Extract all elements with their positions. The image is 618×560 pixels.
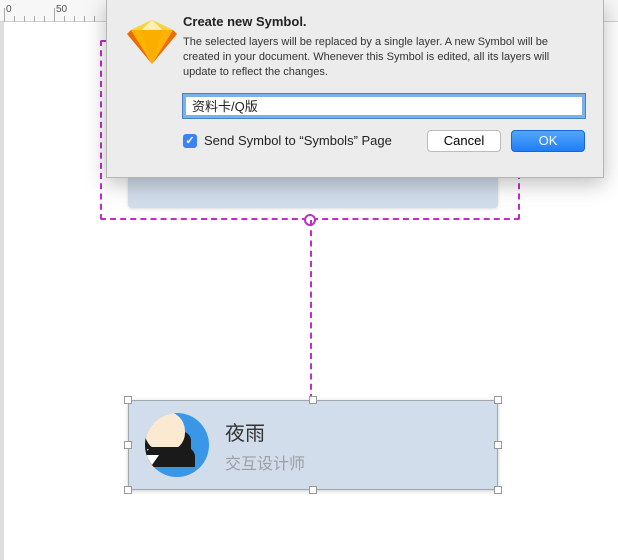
profile-card[interactable]: 夜雨 交互设计师: [128, 400, 498, 490]
resize-handle[interactable]: [309, 486, 317, 494]
resize-handle[interactable]: [124, 486, 132, 494]
dialog-title: Create new Symbol.: [183, 14, 585, 29]
ruler-tick: 50: [56, 4, 67, 15]
cancel-button[interactable]: Cancel: [427, 130, 501, 152]
dialog-description: The selected layers will be replaced by …: [183, 35, 585, 80]
send-to-symbols-checkbox[interactable]: ✓ Send Symbol to “Symbols” Page: [183, 133, 392, 148]
resize-handle[interactable]: [494, 486, 502, 494]
resize-handle[interactable]: [494, 396, 502, 404]
avatar: [145, 413, 209, 477]
resize-handle[interactable]: [309, 396, 317, 404]
ruler-mark: [4, 8, 5, 22]
card-selection-wrap[interactable]: 夜雨 交互设计师: [128, 400, 498, 490]
resize-handle[interactable]: [124, 441, 132, 449]
card-role: 交互设计师: [225, 450, 305, 474]
checkbox-icon: ✓: [183, 134, 197, 148]
canvas: 0 50 夜雨: [0, 0, 618, 560]
ruler-mark: [54, 8, 55, 22]
app-icon: [121, 14, 183, 163]
resize-handle[interactable]: [124, 396, 132, 404]
resize-handle[interactable]: [494, 441, 502, 449]
ruler-tick: 0: [6, 4, 12, 15]
card-name: 夜雨: [225, 417, 305, 446]
symbol-name-input[interactable]: [183, 94, 585, 118]
create-symbol-dialog: Create new Symbol. The selected layers w…: [106, 0, 604, 178]
connector-line: [310, 220, 312, 400]
checkbox-label: Send Symbol to “Symbols” Page: [204, 133, 392, 148]
ok-button[interactable]: OK: [511, 130, 585, 152]
